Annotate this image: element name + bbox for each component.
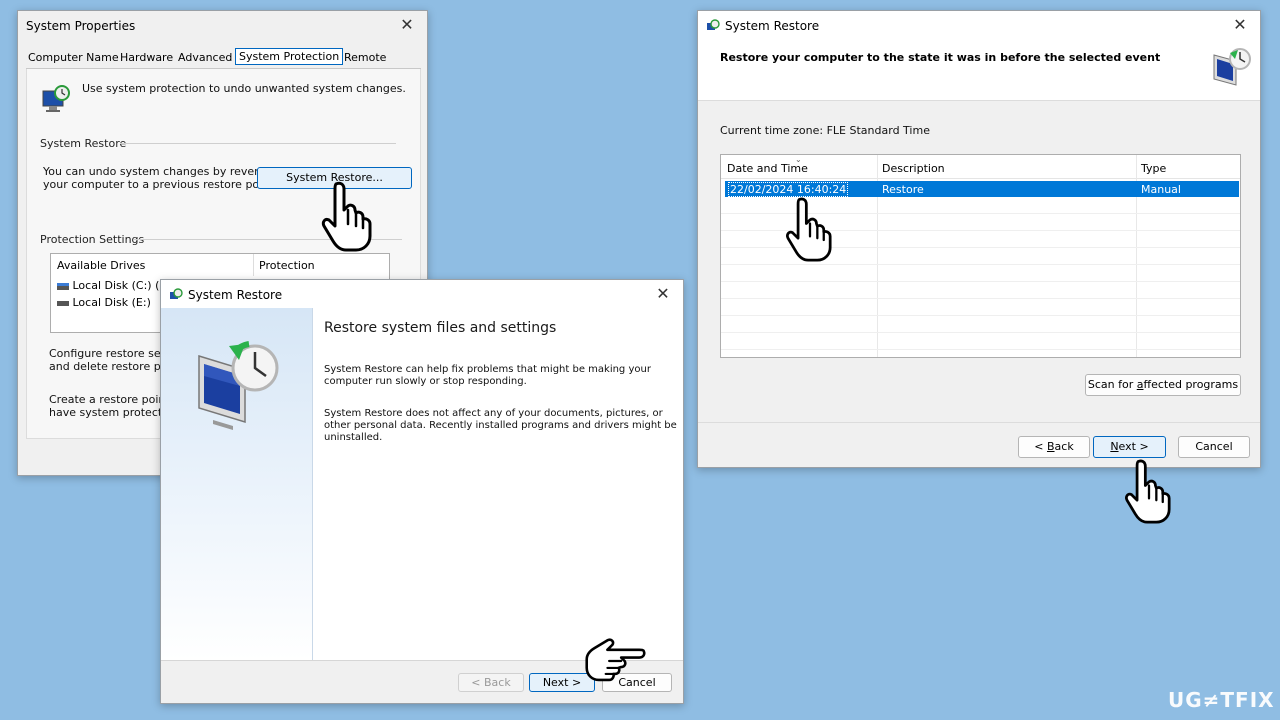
sort-arrow-icon: ⌄ (795, 155, 802, 164)
tab-system-protection[interactable]: System Protection (235, 48, 344, 65)
pointing-hand-icon (1125, 459, 1171, 524)
back-button[interactable]: < Back (458, 673, 524, 692)
tab-advanced[interactable]: Advanced (178, 51, 232, 64)
list-item[interactable]: Local Disk (C:) (Sy (57, 279, 173, 292)
system-restore-icon (170, 288, 183, 299)
scan-affected-programs-button[interactable]: Scan for affected programs (1085, 374, 1241, 396)
wizard-side-panel (161, 308, 313, 660)
cell-type: Manual (1141, 183, 1181, 196)
window-title: System Properties (26, 19, 136, 33)
cancel-button[interactable]: Cancel (1178, 436, 1250, 458)
restore-description-line2: your computer to a previous restore poin… (43, 178, 277, 191)
protection-settings-group-label: Protection Settings (40, 233, 145, 246)
drive-label: Local Disk (E:) (72, 296, 151, 309)
intro-text: Use system protection to undo unwanted s… (82, 82, 406, 95)
wizard-heading: Restore system files and settings (324, 320, 557, 336)
next-button[interactable]: Next > (1093, 436, 1166, 458)
wizard-paragraph1-line2: computer run slowly or stop responding. (324, 376, 527, 387)
wizard-paragraph2-line1: System Restore does not affect any of yo… (324, 408, 663, 419)
column-header-type[interactable]: Type (1141, 162, 1166, 175)
drive-icon (57, 282, 69, 290)
system-protection-icon (42, 85, 70, 112)
header-divider (253, 254, 254, 276)
close-icon[interactable]: ✕ (653, 284, 673, 303)
tab-hardware[interactable]: Hardware (120, 51, 173, 64)
window-title: System Restore (725, 19, 820, 33)
restore-description-line1: You can undo system changes by reverting (43, 165, 280, 178)
pointing-hand-icon (786, 197, 832, 262)
cell-date: 22/02/2024 16:40:24 (728, 182, 849, 197)
restore-points-heading: Restore your computer to the state it wa… (720, 51, 1161, 64)
tab-remote[interactable]: Remote (344, 51, 386, 64)
list-item[interactable]: Local Disk (E:) (57, 296, 151, 309)
cell-description: Restore (882, 183, 924, 196)
wizard-titlebar: System Restore ✕ (161, 280, 683, 310)
system-restore-header-icon (1213, 48, 1251, 86)
wizard-paragraph1-line1: System Restore can help fix problems tha… (324, 364, 651, 375)
restore-points-titlebar: System Restore ✕ (698, 11, 1260, 41)
back-button[interactable]: < Back (1018, 436, 1090, 458)
system-restore-group-label: System Restore (40, 137, 127, 150)
wizard-paragraph2-line2: other personal data. Recently installed … (324, 420, 677, 431)
pointing-hand-icon (321, 181, 372, 252)
timezone-label: Current time zone: FLE Standard Time (720, 124, 930, 137)
window-title: System Restore (188, 288, 283, 302)
system-restore-icon (707, 19, 720, 30)
close-icon[interactable]: ✕ (1230, 15, 1250, 34)
wizard-paragraph2-line3: uninstalled. (324, 432, 383, 443)
tab-strip: Computer Name Hardware Advanced System P… (26, 48, 421, 69)
column-header-protection[interactable]: Protection (259, 259, 315, 272)
ugetfix-watermark: UG≠TFIX (1168, 688, 1275, 712)
tab-computer-name[interactable]: Computer Name (28, 51, 119, 64)
column-header-drives[interactable]: Available Drives (57, 259, 145, 272)
system-properties-titlebar: System Properties ✕ (18, 11, 427, 41)
pointing-hand-icon (585, 638, 646, 682)
column-header-description[interactable]: Description (882, 162, 945, 175)
table-row[interactable]: 22/02/2024 16:40:24 Restore Manual (725, 181, 1239, 197)
group-divider (120, 143, 396, 144)
close-icon[interactable]: ✕ (397, 15, 417, 34)
drive-icon (57, 300, 69, 306)
system-restore-large-icon (198, 341, 279, 430)
drive-label: Local Disk (C:) (Sy (72, 279, 173, 292)
restore-points-footer-divider (698, 422, 1260, 423)
